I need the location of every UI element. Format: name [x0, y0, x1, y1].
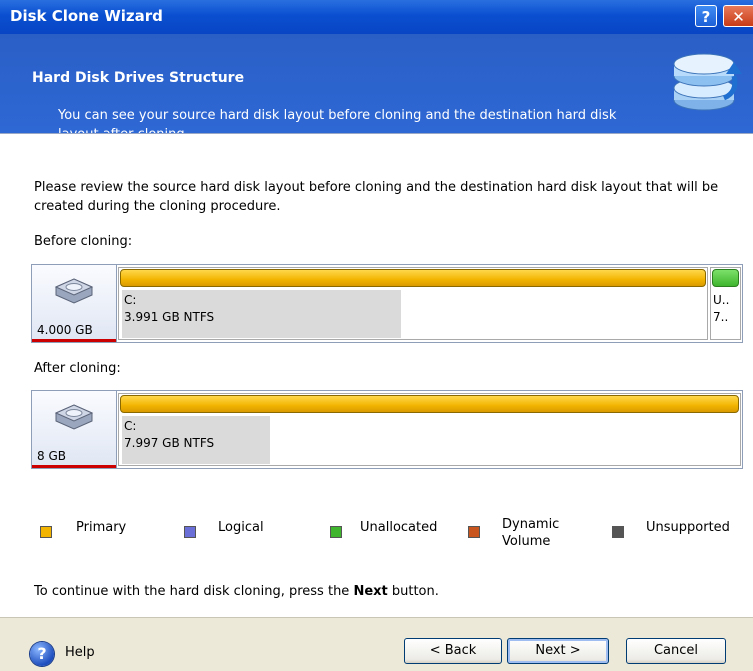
legend-primary: Primary: [40, 520, 127, 538]
partition-c-before[interactable]: C: 3.991 GB NTFS: [118, 267, 708, 340]
legend-swatch: [184, 526, 196, 538]
before-cloning-label: Before cloning:: [34, 234, 133, 249]
help-icon[interactable]: ?: [30, 642, 54, 666]
intro-text: Please review the source hard disk layou…: [34, 180, 719, 214]
legend-label: Unsupported: [646, 520, 730, 535]
partition-label: U.. 7..: [713, 292, 729, 326]
hint-suffix: button.: [387, 584, 439, 599]
disk-size: 8 GB: [37, 449, 66, 463]
hard-disk-icon: [54, 278, 94, 304]
header-title: Hard Disk Drives Structure: [32, 70, 245, 86]
legend-label: Dynamic Volume: [502, 517, 560, 549]
legend-swatch: [612, 526, 624, 538]
partition-info: 7..: [713, 310, 729, 324]
legend-label: Unallocated: [360, 520, 438, 535]
after-cloning-label: After cloning:: [34, 361, 121, 376]
partition-info: 7.997 GB NTFS: [124, 436, 215, 450]
partition-label: C: 3.991 GB NTFS: [124, 292, 214, 326]
cancel-button[interactable]: Cancel: [626, 638, 726, 664]
close-button[interactable]: ✕: [723, 5, 753, 27]
legend-unsupported: Unsupported: [612, 520, 730, 538]
disk-clone-wizard-window: Disk Clone Wizard ? ✕ Hard Disk Drives S…: [0, 0, 753, 671]
partition-label: C: 7.997 GB NTFS: [124, 418, 214, 452]
partition-name: U..: [713, 293, 730, 307]
before-disk-panel: 4.000 GB C: 3.991 GB NTFS U.. 7..: [31, 264, 743, 343]
primary-partition-bar: [120, 395, 739, 413]
legend-swatch: [40, 526, 52, 538]
next-button[interactable]: Next >: [507, 638, 609, 664]
legend-label: Primary: [76, 520, 127, 535]
disk-underline: [32, 465, 116, 468]
hint-next-bold: Next: [353, 584, 388, 599]
after-disk-panel: 8 GB C: 7.997 GB NTFS: [31, 390, 743, 469]
title-help-button[interactable]: ?: [695, 5, 717, 27]
hard-disk-icon: [54, 404, 94, 430]
legend-unallocated: Unallocated: [330, 520, 438, 538]
partition-name: C:: [124, 419, 137, 433]
legend-swatch: [468, 526, 480, 538]
back-button[interactable]: < Back: [404, 638, 502, 664]
title-bar[interactable]: Disk Clone Wizard ? ✕: [0, 0, 753, 34]
disks-clone-icon: [673, 53, 742, 111]
primary-partition-bar: [120, 269, 706, 287]
after-disk-cell[interactable]: 8 GB: [32, 391, 117, 468]
partition-name: C:: [124, 293, 137, 307]
continue-hint: To continue with the hard disk cloning, …: [34, 584, 439, 599]
partition-unallocated-before[interactable]: U.. 7..: [710, 267, 741, 340]
legend-label: Logical: [218, 520, 264, 535]
help-link[interactable]: Help: [65, 645, 95, 660]
disk-underline: [32, 339, 116, 342]
unallocated-bar: [712, 269, 739, 287]
legend-logical: Logical: [184, 520, 264, 538]
disk-size: 4.000 GB: [37, 323, 93, 337]
legend-swatch: [330, 526, 342, 538]
window-title: Disk Clone Wizard: [10, 7, 163, 25]
partition-info: 3.991 GB NTFS: [124, 310, 215, 324]
before-disk-cell[interactable]: 4.000 GB: [32, 265, 117, 342]
hint-prefix: To continue with the hard disk cloning, …: [34, 584, 354, 599]
partition-c-after[interactable]: C: 7.997 GB NTFS: [118, 393, 741, 466]
